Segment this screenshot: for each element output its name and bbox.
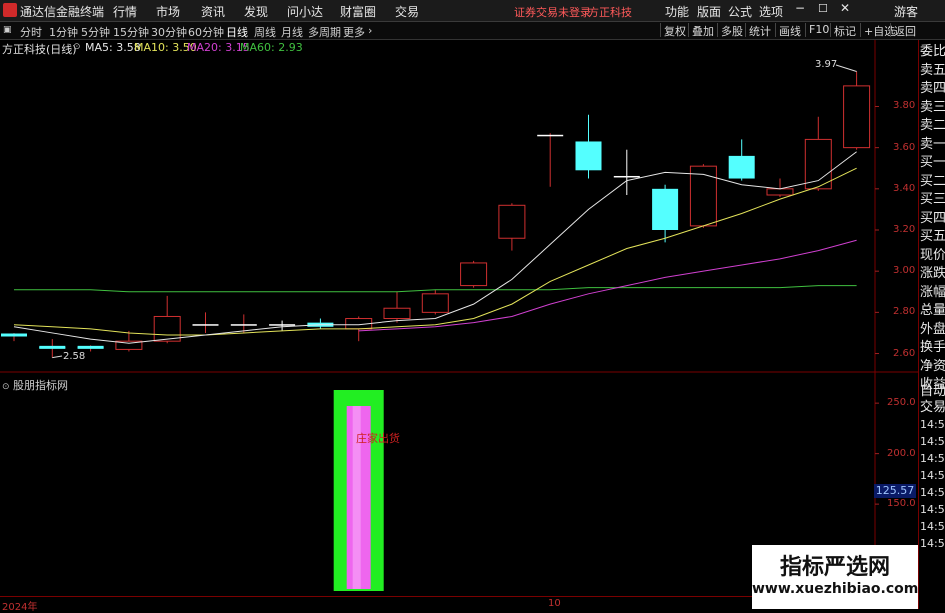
candle-body-up [804,138,832,190]
price-tick-label: 3.00 [893,265,916,277]
side-label: 总量 [920,303,945,318]
tick-time: 14:56 [920,452,945,465]
tick-time: 14:56 [920,469,945,482]
tick-time: 14:56 [920,486,945,499]
price-tick-label: 3.20 [893,224,916,235]
sub-indicator-legend: ⊙ 股朋指标网 [2,377,68,393]
side-label: 委比 [920,44,945,59]
side-label: 外盘 [920,321,945,337]
candle-doji [613,175,640,178]
candle-body-up [460,262,488,287]
high-pointer-line [835,64,857,72]
sub-tick-label: 200.0 [887,447,916,459]
tick-time: 14:56 [920,520,945,533]
dealer-sell-annotation: 庄家出货 [356,432,400,445]
tick-time: 14:56 [920,435,945,448]
candle-body-down [728,155,755,179]
tick-time: 14:56 [920,537,945,550]
side-label: 现价 [920,247,945,263]
side-label: 卖三 [920,99,945,115]
candle-doji [269,324,296,326]
xaxis-month-label: 10 [548,598,561,609]
side-label: 买四 [920,210,945,226]
side-label: 卖五 [920,62,945,78]
side-label: 卖一 [920,136,945,152]
candle-body-up [421,293,449,313]
candle-body-down [575,141,602,171]
candle-body-up [689,165,717,227]
watermark-title: 指标严选网 [779,555,890,580]
xaxis-year-label: 2024年 [2,602,38,613]
side-label: 换手 [920,340,945,355]
price-tick-label: 3.80 [893,100,916,112]
price-tick-label: 2.60 [893,347,916,359]
sub-toggle-icon[interactable]: ⊙ [2,382,10,392]
candle-doji [537,134,564,137]
side-label: 交易 [920,400,945,415]
sub-tick-label: 150.0 [887,498,916,510]
side-label: 净资 [920,358,945,374]
price-tick-label: 3.60 [893,141,916,153]
sub-indicator-title: 股朋指标网 [13,379,69,392]
side-label: 买三 [920,192,945,207]
side-label: 自动 [920,384,945,399]
low-price-label: 2.58 [63,351,86,362]
low-pointer-line [52,355,63,359]
candle-body [1,333,27,337]
candle-body-up [498,204,526,239]
candlestick-chart[interactable] [0,0,918,597]
current-value-box: 125.57 [874,484,916,498]
candle-body-up [383,307,411,320]
candle-body-up [766,188,794,196]
side-label: 涨幅 [920,284,945,300]
candle-body-down [652,188,679,230]
sub-tick-label: 250.0 [887,397,916,409]
watermark-url: www.xuezhibiao.com [752,581,919,597]
tick-time: 14:56 [920,418,945,431]
side-label: 买一 [920,155,945,170]
side-label: 买五 [920,229,945,244]
side-label: 卖二 [920,118,945,133]
candle-body-up [843,85,871,149]
side-label: 卖四 [920,81,945,96]
price-tick-label: 3.40 [893,182,916,194]
watermark-banner: 指标严选网 www.xuezhibiao.com [752,545,918,609]
tick-time: 14:56 [920,503,945,516]
price-tick-label: 2.80 [893,306,916,318]
side-label: 买二 [920,173,945,189]
candle-doji [192,324,219,326]
ma20-line [358,239,857,332]
high-price-label: 3.97 [815,59,838,70]
ma5-line [13,151,857,344]
candle-doji [230,324,257,326]
candle-body [39,345,66,349]
candle-body-up [153,315,181,342]
candle-body [77,345,104,349]
side-label: 涨跌 [920,266,945,281]
quote-side-panel: 委比 卖五 卖四 卖三 卖二 卖一 买一 买二 买三 买四 买五 现价 涨跌 涨幅 总量 外盘 换手 净资 收益 自动… [918,40,945,609]
